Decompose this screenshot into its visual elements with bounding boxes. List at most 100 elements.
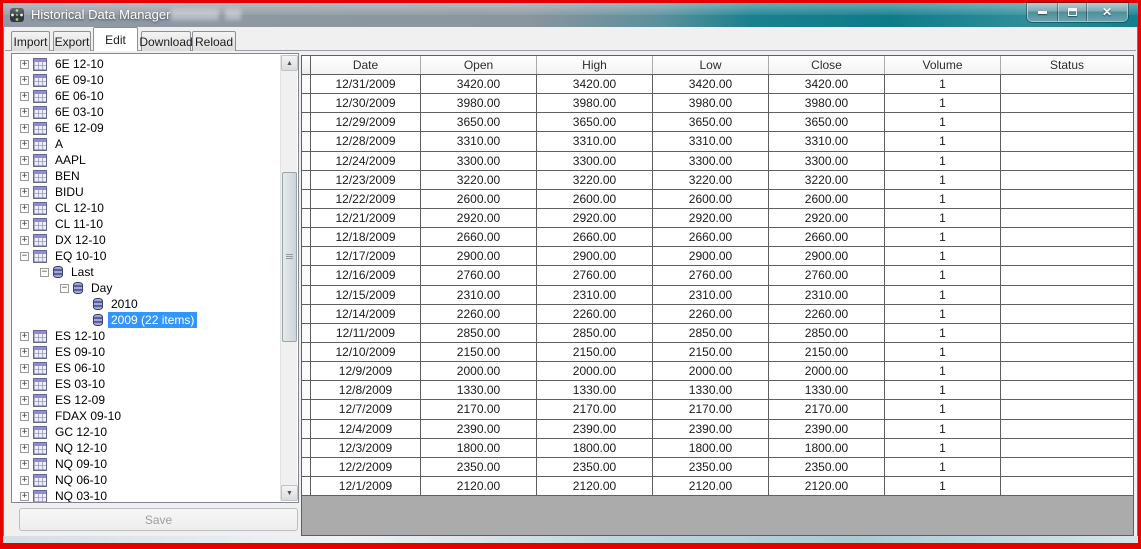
cell-close[interactable]: 2850.00: [769, 323, 885, 342]
expand-icon[interactable]: +: [20, 123, 29, 133]
cell-low[interactable]: 3220.00: [653, 170, 769, 189]
cell-low[interactable]: 2350.00: [653, 457, 769, 476]
collapse-icon[interactable]: −: [40, 267, 49, 277]
row-header-cell[interactable]: [302, 457, 311, 476]
cell-close[interactable]: 2760.00: [769, 266, 885, 285]
expand-icon[interactable]: +: [20, 107, 29, 117]
expand-icon[interactable]: +: [20, 379, 29, 389]
tree-item[interactable]: + DX 12-10: [12, 232, 281, 248]
tree-item[interactable]: + A: [12, 136, 281, 152]
cell-status[interactable]: [1001, 209, 1133, 227]
tree-scrollbar[interactable]: ▲ ▼: [280, 55, 298, 501]
cell-high[interactable]: 3220.00: [537, 170, 653, 189]
expand-icon[interactable]: +: [20, 139, 29, 149]
row-header-cell[interactable]: [302, 247, 311, 266]
expand-icon[interactable]: +: [20, 395, 29, 405]
row-header-cell[interactable]: [302, 113, 311, 132]
tree-item[interactable]: +6E 12-10: [12, 56, 281, 72]
cell-date[interactable]: 12/7/2009: [311, 400, 421, 419]
cell-date[interactable]: 12/24/2009: [311, 151, 421, 170]
cell-open[interactable]: 2310.00: [421, 285, 537, 304]
cell-close[interactable]: 3310.00: [769, 132, 885, 151]
cell-high[interactable]: 2660.00: [537, 228, 653, 247]
cell-volume[interactable]: 1: [885, 304, 1001, 323]
cell-volume[interactable]: 1: [885, 381, 1001, 400]
cell-low[interactable]: 2170.00: [653, 400, 769, 419]
cell-date[interactable]: 12/11/2009: [311, 323, 421, 342]
cell-open[interactable]: 2390.00: [421, 419, 537, 438]
cell-status[interactable]: [1001, 247, 1133, 265]
cell-volume[interactable]: 1: [885, 457, 1001, 476]
row-header-cell[interactable]: [302, 419, 311, 438]
cell-date[interactable]: 12/28/2009: [311, 132, 421, 151]
cell-volume[interactable]: 1: [885, 228, 1001, 247]
tree-item[interactable]: + ES 06-10: [12, 360, 281, 376]
cell-status[interactable]: [1001, 228, 1133, 246]
row-header-cell[interactable]: [302, 362, 311, 381]
cell-status[interactable]: [1001, 266, 1133, 284]
cell-low[interactable]: 2600.00: [653, 189, 769, 208]
tree-item[interactable]: + AAPL: [12, 152, 281, 168]
cell-high[interactable]: 3650.00: [537, 113, 653, 132]
cell-low[interactable]: 3650.00: [653, 113, 769, 132]
cell-close[interactable]: 2000.00: [769, 362, 885, 381]
cell-open[interactable]: 3980.00: [421, 94, 537, 113]
cell-status[interactable]: [1001, 190, 1133, 208]
cell-high[interactable]: 2170.00: [537, 400, 653, 419]
cell-close[interactable]: 3420.00: [769, 75, 885, 94]
cell-open[interactable]: 2920.00: [421, 208, 537, 228]
cell-close[interactable]: 3980.00: [769, 94, 885, 113]
cell-volume[interactable]: 1: [885, 170, 1001, 189]
scroll-down-icon[interactable]: ▼: [281, 485, 298, 501]
tree-item[interactable]: 2009 (22 items): [12, 312, 281, 328]
cell-date[interactable]: 12/9/2009: [311, 362, 421, 381]
tree-item[interactable]: − EQ 10-10: [12, 248, 281, 264]
cell-high[interactable]: 2900.00: [537, 247, 653, 266]
cell-close[interactable]: 1800.00: [769, 438, 885, 457]
cell-close[interactable]: 2660.00: [769, 228, 885, 247]
collapse-icon[interactable]: −: [60, 283, 69, 293]
cell-volume[interactable]: 1: [885, 285, 1001, 304]
tree-item[interactable]: +6E 09-10: [12, 72, 281, 88]
cell-status[interactable]: [1001, 343, 1133, 361]
cell-open[interactable]: 2000.00: [421, 362, 537, 381]
tab-reload[interactable]: Reload: [192, 31, 236, 51]
tree-item[interactable]: + BEN: [12, 168, 281, 184]
cell-low[interactable]: 1800.00: [653, 438, 769, 457]
cell-open[interactable]: 1800.00: [421, 438, 537, 457]
cell-open[interactable]: 3310.00: [421, 132, 537, 151]
cell-low[interactable]: 3310.00: [653, 132, 769, 151]
row-header-cell[interactable]: [302, 151, 311, 170]
tree-item[interactable]: − Day: [12, 280, 281, 296]
minimize-button[interactable]: [1028, 3, 1057, 21]
cell-date[interactable]: 12/2/2009: [311, 457, 421, 476]
tree-item[interactable]: + NQ 12-10: [12, 440, 281, 456]
cell-date[interactable]: 12/14/2009: [311, 304, 421, 323]
column-header-date[interactable]: Date: [311, 56, 421, 74]
cell-status[interactable]: [1001, 152, 1133, 170]
cell-high[interactable]: 1800.00: [537, 438, 653, 457]
tab-import[interactable]: Import: [11, 31, 50, 51]
cell-high[interactable]: 2260.00: [537, 304, 653, 323]
scrollbar-thumb[interactable]: [282, 172, 297, 342]
column-header-high[interactable]: High: [537, 56, 653, 74]
grid-corner-cell[interactable]: [302, 56, 311, 74]
cell-open[interactable]: 2170.00: [421, 400, 537, 419]
cell-date[interactable]: 12/1/2009: [311, 476, 421, 496]
cell-volume[interactable]: 1: [885, 151, 1001, 170]
cell-low[interactable]: 2310.00: [653, 285, 769, 304]
cell-low[interactable]: 3980.00: [653, 94, 769, 113]
cell-status[interactable]: [1001, 477, 1133, 495]
tree-item[interactable]: + FDAX 09-10: [12, 408, 281, 424]
cell-open[interactable]: 3300.00: [421, 151, 537, 170]
cell-close[interactable]: 2350.00: [769, 457, 885, 476]
cell-date[interactable]: 12/23/2009: [311, 170, 421, 189]
tree-item[interactable]: + ES 12-10: [12, 328, 281, 344]
cell-high[interactable]: 2760.00: [537, 266, 653, 285]
cell-close[interactable]: 2260.00: [769, 304, 885, 323]
cell-status[interactable]: [1001, 286, 1133, 304]
expand-icon[interactable]: +: [20, 91, 29, 101]
cell-open[interactable]: 2850.00: [421, 323, 537, 342]
cell-high[interactable]: 2600.00: [537, 189, 653, 208]
cell-date[interactable]: 12/8/2009: [311, 381, 421, 400]
